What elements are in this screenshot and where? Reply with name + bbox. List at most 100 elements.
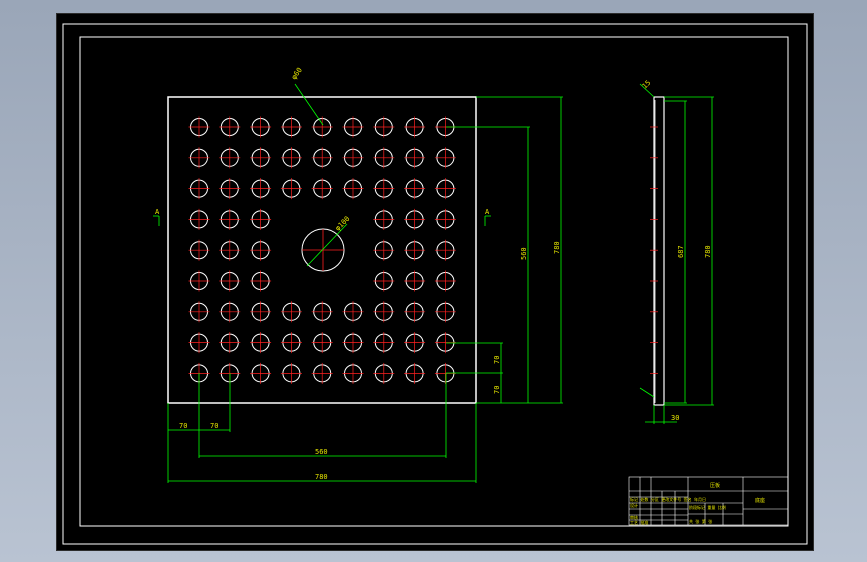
- bolt-hole: [373, 147, 395, 169]
- bolt-hole: [250, 270, 272, 292]
- bolt-hole: [250, 362, 272, 384]
- bolt-hole: [342, 301, 364, 323]
- bolt-hole: [280, 116, 302, 138]
- bolt-hole: [373, 362, 395, 384]
- title-block-row-4: 工艺 批准: [630, 519, 648, 525]
- bolt-hole: [404, 178, 426, 200]
- bolt-hole: [188, 116, 210, 138]
- bolt-hole: [404, 270, 426, 292]
- bolt-hole: [311, 301, 333, 323]
- bolt-hole: [404, 301, 426, 323]
- bolt-hole: [280, 178, 302, 200]
- bolt-hole: [434, 208, 456, 230]
- dim-pitch-y1: 70: [493, 356, 501, 364]
- bolt-hole: [373, 270, 395, 292]
- bolt-hole: [404, 147, 426, 169]
- bolt-hole: [250, 208, 272, 230]
- bolt-hole: [311, 362, 333, 384]
- bolt-hole: [250, 178, 272, 200]
- title-block-code-1: 阶段标记 重量 比例: [689, 504, 726, 510]
- bolt-hole: [311, 147, 333, 169]
- bolt-hole: [219, 301, 241, 323]
- svg-text:A: A: [485, 208, 490, 216]
- section-marker-left: A: [153, 208, 160, 226]
- bolt-hole: [373, 332, 395, 354]
- bolt-hole: [219, 208, 241, 230]
- side-dim-small: 15: [641, 79, 653, 91]
- hole-dia-label: φ60: [290, 66, 304, 81]
- center-hole-dia-label: φ100: [334, 215, 352, 233]
- bolt-hole: [280, 301, 302, 323]
- bolt-hole: [250, 332, 272, 354]
- bolt-hole: [373, 208, 395, 230]
- bolt-hole: [342, 116, 364, 138]
- bolt-hole: [188, 301, 210, 323]
- bolt-hole: [404, 208, 426, 230]
- title-block-row-1: 标记 处数 分区 更改文件号 签名 年月日: [630, 496, 706, 502]
- bolt-hole: [342, 178, 364, 200]
- bolt-hole: [219, 270, 241, 292]
- bolt-hole: [188, 208, 210, 230]
- title-block-drawing-name: 底座: [755, 497, 765, 504]
- bolt-hole: [219, 332, 241, 354]
- bolt-hole: [404, 362, 426, 384]
- dim-pitch-y2: 70: [493, 386, 501, 394]
- side-view: 780 687 30 15: [639, 79, 714, 424]
- bolt-hole: [342, 362, 364, 384]
- side-dim-inner: 687: [677, 245, 685, 258]
- bolt-hole: [188, 147, 210, 169]
- bolt-hole: [373, 301, 395, 323]
- dim-pitch-x2: 70: [210, 422, 218, 430]
- bolt-hole: [250, 116, 272, 138]
- title-block-row-2: 设计: [630, 502, 638, 508]
- bolt-hole: [434, 301, 456, 323]
- bolt-hole: [311, 116, 333, 138]
- bolt-hole: [219, 239, 241, 261]
- bolt-hole: [219, 178, 241, 200]
- dim-width-overall: 780: [315, 473, 328, 481]
- bolt-hole: [434, 147, 456, 169]
- bolt-hole: [404, 332, 426, 354]
- bolt-hole: [342, 332, 364, 354]
- bolt-hole: [280, 147, 302, 169]
- section-marker-right: A: [484, 208, 491, 226]
- bolt-hole: [250, 301, 272, 323]
- title-block-title: 压板: [710, 482, 720, 489]
- cad-drawing: φ100 φ60 A A 70 70 560 780 780 560 70 70…: [62, 23, 808, 545]
- bolt-hole: [373, 178, 395, 200]
- hole-dia-leader: [294, 83, 324, 126]
- side-dim-height: 780: [704, 245, 712, 258]
- bolt-hole: [280, 332, 302, 354]
- center-hole: φ100: [301, 215, 352, 272]
- bolt-hole: [188, 178, 210, 200]
- right-dimensions: [446, 96, 563, 404]
- outer-frame: [62, 23, 808, 545]
- bolt-hole: [188, 239, 210, 261]
- bolt-hole: [280, 362, 302, 384]
- bolt-hole: [373, 116, 395, 138]
- bolt-hole: [188, 270, 210, 292]
- drawing-viewport[interactable]: φ100 φ60 A A 70 70 560 780 780 560 70 70…: [56, 13, 814, 551]
- bolt-hole: [404, 239, 426, 261]
- inner-frame: [79, 36, 789, 527]
- bolt-hole: [373, 239, 395, 261]
- bolt-hole: [250, 147, 272, 169]
- dim-hole-span-h: 560: [315, 448, 328, 456]
- bolt-hole: [434, 178, 456, 200]
- bolt-hole: [311, 178, 333, 200]
- dim-height-overall: 780: [553, 241, 561, 254]
- bolt-hole: [434, 239, 456, 261]
- svg-text:A: A: [155, 208, 160, 216]
- bolt-hole: [342, 147, 364, 169]
- bolt-hole: [219, 116, 241, 138]
- bolt-hole: [311, 332, 333, 354]
- bolt-hole: [219, 147, 241, 169]
- bolt-hole: [434, 270, 456, 292]
- bolt-hole: [250, 239, 272, 261]
- dim-hole-span-v: 560: [520, 247, 528, 260]
- bolt-hole: [188, 332, 210, 354]
- dim-pitch-x1: 70: [179, 422, 187, 430]
- title-block-code-2: 共 张 第 张: [689, 518, 712, 524]
- bolt-hole: [404, 116, 426, 138]
- side-dim-thickness: 30: [671, 414, 679, 422]
